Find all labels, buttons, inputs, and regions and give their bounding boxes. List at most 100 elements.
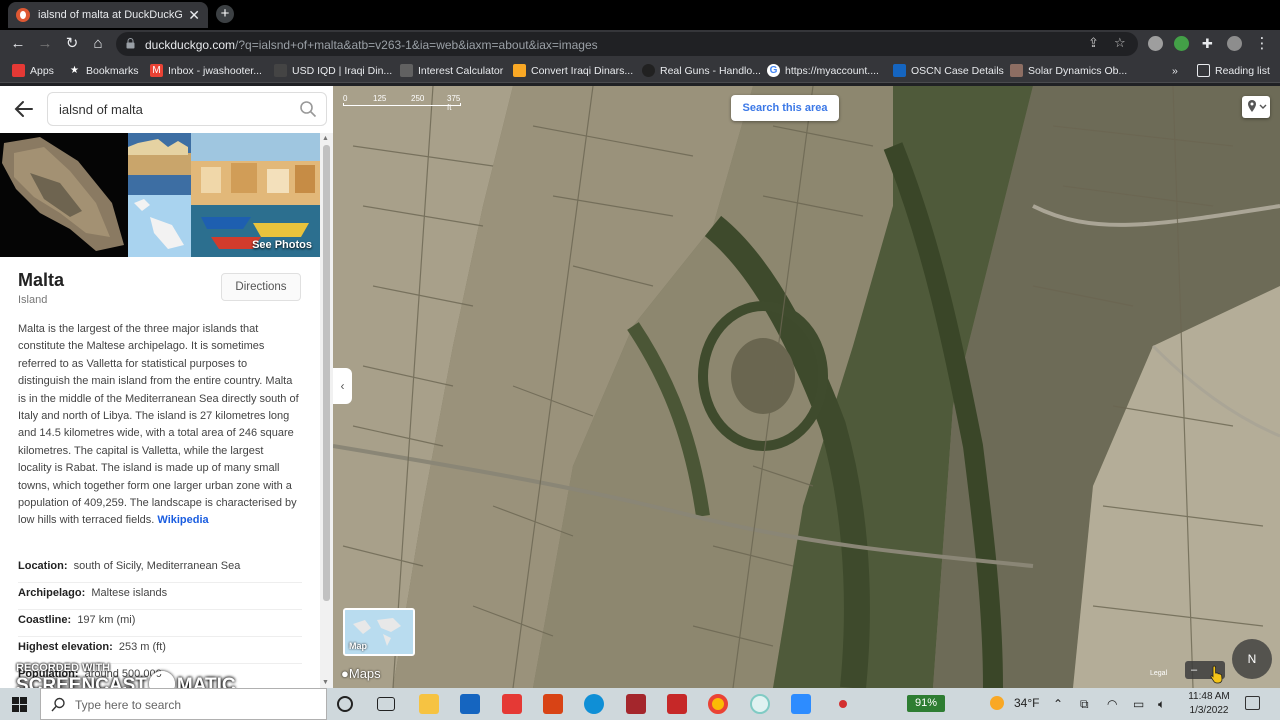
bookmark-myaccount[interactable]: Ghttps://myaccount....	[767, 62, 879, 79]
search-input[interactable]	[47, 92, 327, 126]
bookmark-usd-iqd[interactable]: USD IQD | Iraqi Din...	[274, 62, 392, 79]
browser-toolbar: ← → ↻ ⌂ duckduckgo.com/?q=ialsnd+of+malt…	[0, 30, 1280, 58]
reading-list-button[interactable]: Reading list	[1197, 62, 1270, 79]
chrome-icon[interactable]	[708, 694, 728, 714]
bookmark-star-icon[interactable]: ☆	[1114, 35, 1126, 51]
panel-scrollbar[interactable]: ▲ ▼	[320, 133, 333, 688]
satellite-map[interactable]: 0 125 250 375 ft Search this area ‹ Map …	[333, 86, 1280, 688]
file-explorer-icon[interactable]	[419, 694, 439, 714]
duckduckgo-favicon-icon	[16, 8, 30, 22]
zoom-out-button[interactable]: –	[1191, 664, 1197, 676]
task-view-icon[interactable]	[377, 697, 395, 711]
photo-harbor[interactable]: See Photos	[191, 133, 320, 257]
share-icon[interactable]: ⇪	[1088, 35, 1099, 51]
coins-icon	[513, 64, 526, 77]
see-photos-link[interactable]: See Photos	[252, 239, 312, 251]
apple-logo-icon: ●	[341, 666, 349, 681]
bookmark-interest-calculator[interactable]: Interest Calculator	[400, 62, 503, 79]
map-scale-bar: 0 125 250 375 ft	[343, 94, 461, 112]
bookmarks-overflow[interactable]: »	[1172, 62, 1178, 79]
search-icon[interactable]	[299, 100, 317, 118]
tab-title: ialsnd of malta at DuckDuckGo	[38, 9, 183, 21]
cortana-icon[interactable]	[337, 696, 353, 712]
bookmark-solar-dynamics[interactable]: Solar Dynamics Ob...	[1010, 62, 1127, 79]
document-app-icon[interactable]	[543, 694, 563, 714]
back-button[interactable]: ←	[8, 34, 28, 54]
lock-icon	[126, 38, 135, 49]
sdo-icon	[1010, 64, 1023, 77]
taskbar-search-placeholder: Type here to search	[75, 698, 182, 712]
fact-location: Location: south of Sicily, Mediterranean…	[18, 556, 302, 583]
bookmark-apps[interactable]: Apps	[12, 62, 54, 79]
satellite-imagery	[333, 86, 1280, 688]
bookmark-bookmarks[interactable]: ★ Bookmarks	[68, 62, 139, 79]
new-tab-button[interactable]: +	[216, 5, 234, 23]
directions-button[interactable]: Directions	[221, 273, 301, 301]
globe-icon	[642, 64, 655, 77]
place-description: Malta is the largest of the three major …	[18, 323, 299, 527]
search-this-area-button[interactable]: Search this area	[731, 95, 839, 121]
bookmark-inbox[interactable]: M Inbox - jwashooter...	[150, 62, 262, 79]
calculator-icon	[400, 64, 413, 77]
fact-archipelago: Archipelago: Maltese islands	[18, 583, 302, 610]
profile-avatar[interactable]	[1227, 36, 1242, 51]
scrollbar-thumb[interactable]	[323, 145, 330, 601]
address-bar[interactable]: duckduckgo.com/?q=ialsnd+of+malta&atb=v2…	[116, 32, 1138, 56]
wikipedia-link[interactable]: Wikipedia	[157, 514, 208, 526]
map-type-toggle[interactable]: Map	[343, 608, 415, 656]
legal-link[interactable]: Legal	[1150, 670, 1167, 677]
compass-button[interactable]: N	[1232, 639, 1272, 679]
map-pin-dropdown[interactable]	[1242, 96, 1270, 118]
recorder-icon[interactable]	[750, 694, 770, 714]
battery-tray-icon[interactable]: ▭	[1133, 697, 1144, 711]
flag-app-icon[interactable]	[833, 694, 853, 714]
extensions-puzzle-icon[interactable]: ✚	[1200, 36, 1215, 51]
map-thumb-label: Map	[349, 641, 367, 651]
store-icon[interactable]	[460, 694, 480, 714]
browser-tab-active[interactable]: ialsnd of malta at DuckDuckGo ✕	[8, 2, 208, 28]
scroll-down-icon[interactable]: ▼	[322, 679, 329, 686]
inv-icon	[274, 64, 287, 77]
fact-coastline: Coastline: 197 km (mi)	[18, 610, 302, 637]
weather-widget[interactable]: 34°F	[990, 696, 1039, 710]
windows-taskbar: Type here to search 91% 34°F ⌃ ⧉ ◠ ▭ 🔈︎ …	[0, 688, 1280, 720]
star-icon: ★	[70, 65, 79, 76]
forward-button[interactable]: →	[35, 34, 55, 54]
mail-app-icon[interactable]	[502, 694, 522, 714]
wifi-icon[interactable]: ◠	[1107, 697, 1117, 711]
tray-app-icon[interactable]: ⧉	[1080, 697, 1089, 712]
reload-button[interactable]: ↻	[62, 34, 82, 54]
solitaire-icon[interactable]	[667, 694, 687, 714]
edge-icon[interactable]	[584, 694, 604, 714]
taskbar-clock[interactable]: 11:48 AM 1/3/2022	[1186, 690, 1232, 718]
access-icon[interactable]	[626, 694, 646, 714]
bookmark-convert-iraqi-dinars[interactable]: Convert Iraqi Dinars...	[513, 62, 633, 79]
browser-menu-icon[interactable]: ⋮	[1252, 34, 1272, 54]
tab-close-icon[interactable]: ✕	[188, 7, 200, 24]
zoom-app-icon[interactable]	[791, 694, 811, 714]
volume-icon[interactable]: 🔈︎	[1158, 697, 1165, 712]
photo-map[interactable]	[128, 133, 191, 257]
back-arrow-icon[interactable]	[12, 97, 36, 121]
scroll-up-icon[interactable]: ▲	[322, 135, 329, 142]
bookmark-oscn[interactable]: OSCN Case Details	[893, 62, 1004, 79]
apps-grid-icon	[12, 64, 25, 77]
hand-cursor-icon	[1210, 665, 1223, 684]
collapse-panel-button[interactable]: ‹	[333, 368, 352, 404]
fact-highest-elevation: Highest elevation: 253 m (ft)	[18, 637, 302, 664]
info-panel: See Photos Malta Island Directions Malta…	[0, 86, 333, 688]
bookmarks-bar: Apps ★ Bookmarks M Inbox - jwashooter... U…	[0, 58, 1280, 83]
windows-start-icon[interactable]	[12, 697, 27, 712]
taskbar-search-box[interactable]: Type here to search	[40, 688, 327, 720]
photo-satellite[interactable]	[0, 133, 128, 257]
tray-overflow-icon[interactable]: ⌃	[1053, 697, 1063, 711]
battery-indicator[interactable]: 91%	[907, 695, 945, 712]
map-pin-icon	[1248, 100, 1267, 112]
extension-check-icon[interactable]	[1174, 36, 1189, 51]
notification-center-icon[interactable]	[1245, 696, 1260, 710]
home-button[interactable]: ⌂	[88, 34, 108, 54]
reading-list-icon	[1197, 64, 1210, 77]
photo-strip[interactable]: See Photos	[0, 133, 320, 257]
bookmark-real-guns[interactable]: Real Guns - Handlo...	[642, 62, 761, 79]
extension-w-icon[interactable]	[1148, 36, 1163, 51]
